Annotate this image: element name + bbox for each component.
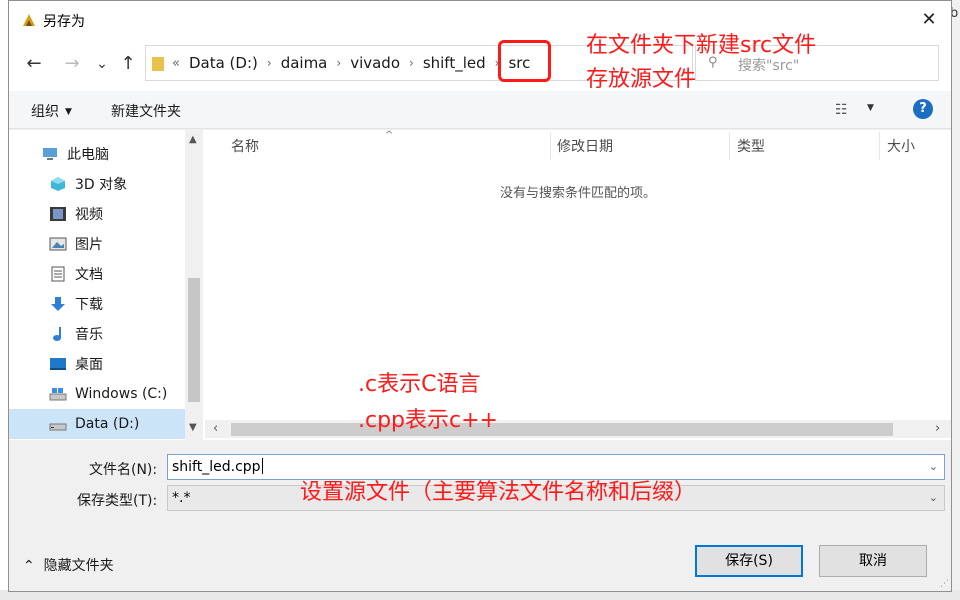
filename-value: shift_led.cpp: [172, 459, 261, 475]
sidebar-item-windows-c[interactable]: Windows (C:): [9, 379, 185, 409]
sort-ascending-icon: ^: [385, 130, 394, 141]
breadcrumb-item-daima[interactable]: daima: [281, 54, 328, 72]
empty-list-message: 没有与搜索条件匹配的项。: [499, 186, 656, 201]
new-folder-button[interactable]: 新建文件夹: [111, 101, 181, 121]
annotation-c-extension: .c表示C语言: [358, 372, 481, 397]
sidebar-item-label: 图片: [75, 237, 103, 253]
music-icon: [53, 327, 61, 341]
desktop-icon: [50, 358, 66, 370]
sidebar-item-label: 文档: [75, 267, 103, 283]
save-button[interactable]: 保存(S): [695, 545, 803, 577]
breadcrumb-overflow[interactable]: «: [172, 56, 180, 71]
up-button[interactable]: ↑: [117, 53, 139, 75]
save-form: 文件名(N): shift_led.cpp ⌄ 保存类型(T): *.* ⌄ ⌃…: [9, 441, 951, 591]
help-icon[interactable]: ?: [913, 99, 933, 119]
sidebar-item-label: Windows (C:): [75, 386, 168, 402]
organize-menu[interactable]: 组织 ▼: [31, 101, 72, 121]
scroll-left-icon[interactable]: ‹: [213, 421, 218, 436]
sidebar-item-label: 桌面: [75, 357, 103, 373]
sidebar-item-label: Data (D:): [75, 416, 140, 432]
vivado-app-icon: [23, 14, 35, 26]
cancel-button[interactable]: 取消: [819, 545, 927, 577]
chevron-right-icon[interactable]: ›: [409, 56, 414, 70]
close-button[interactable]: ✕: [913, 5, 945, 35]
video-icon: [50, 207, 66, 221]
caret-down-icon: ▼: [65, 107, 72, 117]
breadcrumb-item-vivado[interactable]: vivado: [350, 54, 400, 72]
sidebar-item-label: 此电脑: [67, 147, 109, 163]
sidebar-item-pictures[interactable]: 图片: [9, 229, 185, 259]
scrollbar-thumb[interactable]: [231, 423, 893, 436]
annotation-set-source-file: 设置源文件（主要算法文件名称和后缀）: [300, 480, 697, 505]
column-divider[interactable]: [729, 132, 730, 160]
organize-label: 组织: [31, 104, 59, 120]
sidebar-item-label: 3D 对象: [75, 177, 128, 193]
sidebar-scrollbar[interactable]: ▲ ▼: [185, 130, 203, 440]
column-divider[interactable]: [550, 132, 551, 160]
drive-icon: [49, 388, 67, 401]
annotation-cpp-extension: .cpp表示c++: [358, 408, 498, 433]
chevron-down-icon[interactable]: ⌄: [929, 455, 938, 479]
filename-input[interactable]: shift_led.cpp ⌄: [167, 454, 945, 480]
chevron-up-icon: ⌃: [23, 558, 35, 574]
text-cursor: [261, 458, 263, 474]
sidebar-item-this-pc[interactable]: 此电脑: [9, 139, 185, 169]
sidebar-item-label: 下载: [75, 297, 103, 313]
chevron-right-icon[interactable]: ›: [336, 56, 341, 70]
highlight-box: [498, 40, 551, 82]
scroll-down-icon[interactable]: ▼: [189, 422, 197, 433]
filename-label: 文件名(N):: [89, 462, 158, 478]
scroll-up-icon[interactable]: ▲: [189, 134, 197, 145]
scrollbar-thumb[interactable]: [188, 278, 200, 402]
command-toolbar: 组织 ▼ 新建文件夹 ☷ ▼ ?: [9, 91, 951, 129]
resize-grip-icon[interactable]: ⋰: [940, 579, 949, 589]
forward-button[interactable]: →: [61, 53, 83, 75]
sidebar-item-desktop[interactable]: 桌面: [9, 349, 185, 379]
annotation-store-sources: 存放源文件: [586, 67, 697, 92]
computer-icon: [43, 148, 57, 160]
sidebar-item-data-d[interactable]: Data (D:): [9, 409, 185, 439]
chevron-right-icon[interactable]: ›: [267, 56, 272, 70]
breadcrumb-item-shift-led[interactable]: shift_led: [423, 54, 486, 72]
column-header-size[interactable]: 大小: [887, 136, 915, 156]
document-icon: [51, 266, 65, 282]
scroll-right-icon[interactable]: ›: [935, 421, 940, 436]
drive-icon: [49, 423, 67, 431]
cube-icon: [51, 177, 65, 191]
view-options-icon[interactable]: ☷: [835, 102, 848, 118]
hide-folders-label: 隐藏文件夹: [43, 558, 114, 574]
sidebar-item-downloads[interactable]: 下载: [9, 289, 185, 319]
folder-icon: [152, 57, 164, 71]
column-divider[interactable]: [879, 132, 880, 160]
column-header-type[interactable]: 类型: [737, 136, 765, 156]
column-header-date-modified[interactable]: 修改日期: [557, 136, 613, 156]
navigation-pane: 此电脑 3D 对象 视频 图片 文档 下载 音乐 桌面 Windows (C:)…: [9, 130, 205, 440]
column-header-name[interactable]: 名称: [231, 136, 259, 156]
sidebar-item-videos[interactable]: 视频: [9, 199, 185, 229]
breadcrumb-item-data-drive[interactable]: Data (D:): [189, 54, 258, 72]
recent-locations-button[interactable]: ⌄: [91, 53, 113, 75]
sidebar-item-label: 视频: [75, 207, 103, 223]
hide-folders-toggle[interactable]: ⌃ 隐藏文件夹: [23, 555, 114, 575]
sidebar-item-documents[interactable]: 文档: [9, 259, 185, 289]
annotation-new-src-folder: 在文件夹下新建src文件: [586, 33, 817, 58]
sidebar-item-label: 音乐: [75, 327, 103, 343]
file-list: ^ 名称 修改日期 类型 大小 没有与搜索条件匹配的项。 ‹ ›: [205, 130, 951, 440]
breadcrumb: « Data (D:) › daima › vivado › shift_led…: [172, 46, 530, 80]
window-title: 另存为: [43, 14, 85, 30]
sidebar-item-music[interactable]: 音乐: [9, 319, 185, 349]
chevron-down-icon[interactable]: ⌄: [929, 486, 938, 510]
back-button[interactable]: ←: [23, 53, 45, 75]
filetype-value: *.*: [172, 490, 191, 506]
filetype-label: 保存类型(T):: [77, 493, 158, 509]
picture-icon: [49, 237, 67, 251]
download-icon: [51, 297, 65, 311]
caret-down-icon[interactable]: ▼: [867, 103, 874, 113]
list-horizontal-scrollbar[interactable]: ‹ ›: [205, 420, 951, 438]
sidebar-item-3d-objects[interactable]: 3D 对象: [9, 169, 185, 199]
